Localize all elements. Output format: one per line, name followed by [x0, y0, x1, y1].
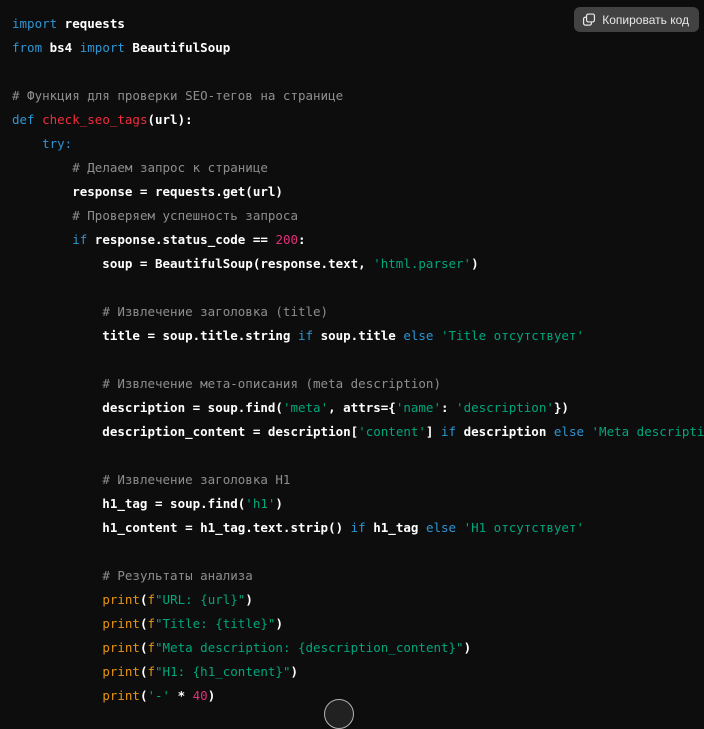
code-line: # Функция для проверки SEO-тегов на стра…	[12, 84, 704, 108]
copy-icon	[582, 13, 596, 27]
code-line: description = soup.find('meta', attrs={'…	[12, 396, 704, 420]
code-line: print(f"Meta description: {description_c…	[12, 636, 704, 660]
code-line: h1_content = h1_tag.text.strip() if h1_t…	[12, 516, 704, 540]
copy-code-label: Копировать код	[602, 13, 689, 27]
code-block: import requestsfrom bs4 import Beautiful…	[0, 0, 704, 704]
code-line: print(f"URL: {url}")	[12, 588, 704, 612]
code-line: # Извлечение заголовка H1	[12, 468, 704, 492]
code-line	[12, 540, 704, 564]
code-line: h1_tag = soup.find('h1')	[12, 492, 704, 516]
code-line: from bs4 import BeautifulSoup	[12, 36, 704, 60]
code-line: print(f"Title: {title}")	[12, 612, 704, 636]
code-line: # Проверяем успешность запроса	[12, 204, 704, 228]
code-line: print('-' * 40)	[12, 684, 704, 704]
code-line: def check_seo_tags(url):	[12, 108, 704, 132]
code-line: title = soup.title.string if soup.title …	[12, 324, 704, 348]
code-line: soup = BeautifulSoup(response.text, 'htm…	[12, 252, 704, 276]
code-line	[12, 348, 704, 372]
code-line: # Извлечение мета-описания (meta descrip…	[12, 372, 704, 396]
code-line	[12, 276, 704, 300]
code-line: # Делаем запрос к странице	[12, 156, 704, 180]
code-line: print(f"H1: {h1_content}")	[12, 660, 704, 684]
code-line: description_content = description['conte…	[12, 420, 704, 444]
code-line	[12, 60, 704, 84]
code-line: # Извлечение заголовка (title)	[12, 300, 704, 324]
code-line	[12, 444, 704, 468]
code-line: # Результаты анализа	[12, 564, 704, 588]
code-line: response = requests.get(url)	[12, 180, 704, 204]
copy-code-button[interactable]: Копировать код	[574, 7, 699, 32]
code-line: try:	[12, 132, 704, 156]
code-line: if response.status_code == 200:	[12, 228, 704, 252]
